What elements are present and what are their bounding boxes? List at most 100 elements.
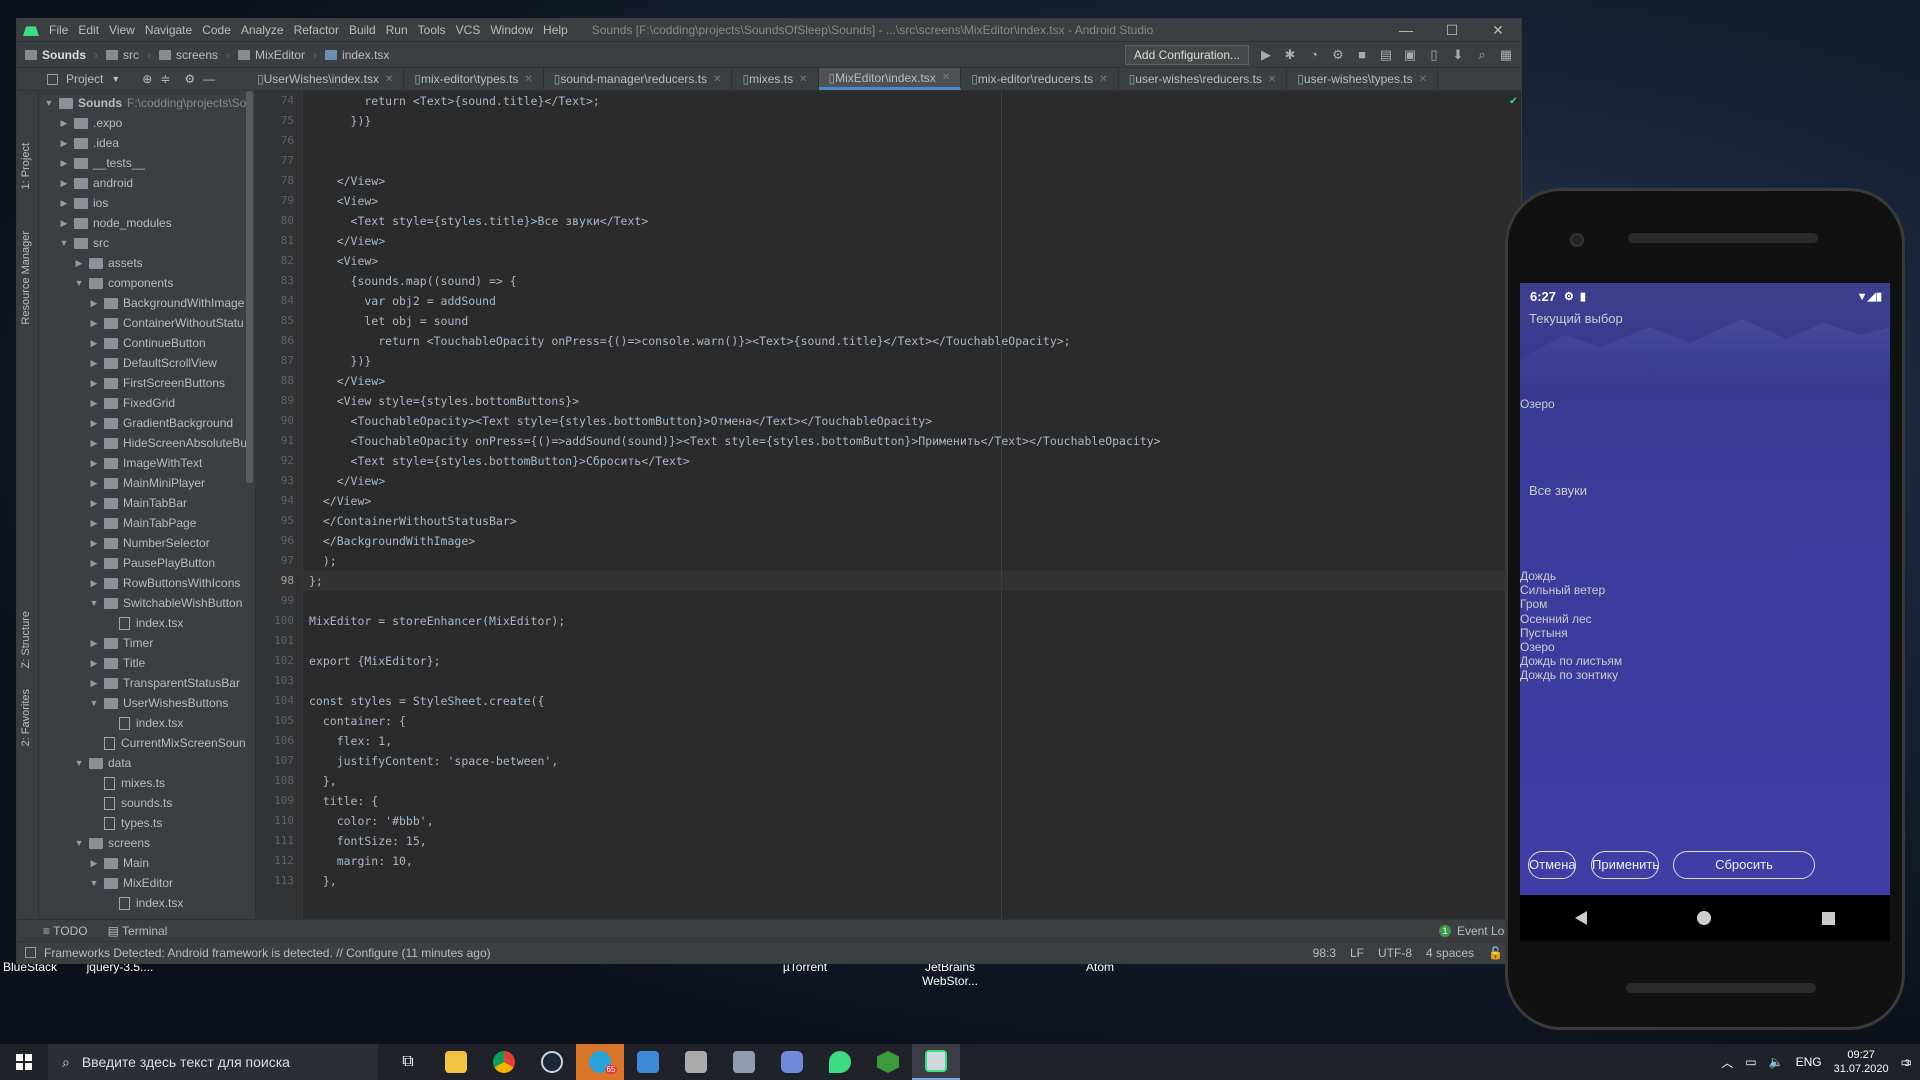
chevron-right-icon[interactable]: ▶ [88,378,100,389]
code-line[interactable]: <View> [303,251,1521,271]
event-log-tab[interactable]: 1 Event Log [1438,924,1511,938]
code-line[interactable]: const styles = StyleSheet.create({ [303,691,1521,711]
notifications-icon[interactable]: ▭ 3 [1901,1055,1912,1069]
profile-icon[interactable]: ◔ [1307,47,1321,62]
tree-folder[interactable]: ▶ RowButtonsWithIcons [39,573,255,593]
tree-file[interactable]: CurrentMixScreenSoun [39,733,255,753]
code-line[interactable]: <TouchableOpacity onPress={()=>addSound(… [303,431,1521,451]
chevron-down-icon[interactable]: ▼ [58,238,70,248]
code-line[interactable]: container: { [303,711,1521,731]
start-button[interactable] [0,1044,48,1080]
device-icon[interactable]: ▯ [1427,47,1441,62]
breadcrumb-src[interactable]: src [106,48,139,62]
tree-folder[interactable]: ▼ Sounds F:\codding\projects\Sou [39,93,255,113]
tool-tab-project[interactable]: 1: Project [20,143,32,189]
project-structure-icon[interactable]: ▤ [1379,47,1393,62]
code-line[interactable]: <Text style={styles.title}>Все звуки</Te… [303,211,1521,231]
task-view-icon[interactable]: ⧉ [384,1044,432,1080]
code-line[interactable]: fontSize: 15, [303,831,1521,851]
sound-list-item[interactable]: Осенний лес [1520,612,1622,626]
editor-tab[interactable]: ▯ mix-editor\reducers.ts ✕ [961,68,1119,90]
code-line[interactable] [303,591,1521,611]
tree-folder[interactable]: ▶ MainMiniPlayer [39,473,255,493]
chevron-right-icon[interactable]: ▶ [58,198,70,209]
code-line[interactable]: }, [303,771,1521,791]
tree-folder[interactable]: ▶ TransparentStatusBar [39,673,255,693]
steam-icon[interactable] [528,1044,576,1080]
tree-folder[interactable]: ▶ HideScreenAbsoluteBu [39,433,255,453]
app-window-icon[interactable] [624,1044,672,1080]
map-pin-icon[interactable] [816,1044,864,1080]
editor-tab[interactable]: ▯ sound-manager\reducers.ts ✕ [544,68,733,90]
tree-folder[interactable]: ▶ ContinueButton [39,333,255,353]
telegram-icon[interactable]: 65 [576,1044,624,1080]
taskbar-search[interactable]: ⌕ Введите здесь текст для поиска [48,1044,378,1080]
code-line[interactable]: </ContainerWithoutStatusBar> [303,511,1521,531]
status-message[interactable]: Frameworks Detected: Android framework i… [44,946,1313,960]
close-tab-icon[interactable]: ✕ [799,74,807,85]
tree-folder[interactable]: ▼ UserWishesButtons [39,693,255,713]
tree-file[interactable]: index.tsx [39,613,255,633]
code-line[interactable]: return <TouchableOpacity onPress={()=>co… [303,331,1521,351]
menu-file[interactable]: File [49,23,68,37]
tree-folder[interactable]: ▶ Main [39,853,255,873]
code-line[interactable] [303,131,1521,151]
tree-folder[interactable]: ▶ android [39,173,255,193]
tool-tab-favorites[interactable]: 2: Favorites [20,689,32,746]
chevron-right-icon[interactable]: ▶ [88,658,100,669]
tree-folder[interactable]: ▶ MainTabBar [39,493,255,513]
chevron-right-icon[interactable]: ▶ [58,138,70,149]
language-indicator[interactable]: ENG [1796,1055,1822,1069]
chevron-right-icon[interactable]: ▶ [58,158,70,169]
chevron-right-icon[interactable]: ▶ [58,118,70,129]
back-icon[interactable] [1575,911,1588,925]
nodejs-icon[interactable] [864,1044,912,1080]
close-tab-icon[interactable]: ✕ [713,74,721,85]
chevron-down-icon[interactable]: ▼ [111,74,120,84]
chevron-right-icon[interactable]: ▶ [58,178,70,189]
tree-folder[interactable]: ▶ __tests__ [39,153,255,173]
hide-icon[interactable]: — [203,72,215,86]
terminal-tab[interactable]: ▤ Terminal [108,924,168,938]
tree-folder[interactable]: ▶ MainTabPage [39,513,255,533]
code-line[interactable]: title: { [303,791,1521,811]
code-line[interactable]: <Text style={styles.bottomButton}>Сброси… [303,451,1521,471]
chevron-down-icon[interactable]: ▼ [88,878,100,888]
add-configuration-button[interactable]: Add Configuration... [1124,44,1249,65]
editor-tab[interactable]: ▯ mixes.ts ✕ [732,68,819,90]
file-encoding[interactable]: UTF-8 [1378,946,1412,960]
clock[interactable]: 09:27 31.07.2020 [1834,1048,1889,1076]
sound-list-item[interactable]: Гром [1520,597,1622,611]
run-icon[interactable]: ▶ [1259,47,1273,62]
tree-folder[interactable]: ▶ DefaultScrollView [39,353,255,373]
cancel-button[interactable]: Отмена [1528,851,1576,879]
editor-tab[interactable]: ▯ UserWishes\index.tsx ✕ [247,68,405,90]
tree-file[interactable]: mixes.ts [39,773,255,793]
code-line[interactable]: var obj2 = addSound [303,291,1521,311]
tree-file[interactable]: index.tsx [39,713,255,733]
breadcrumb-screens[interactable]: screens [159,48,218,62]
tree-folder[interactable]: ▶ PausePlayButton [39,553,255,573]
tree-folder[interactable]: ▶ Title [39,653,255,673]
sound-list-item[interactable]: Озеро [1520,640,1622,654]
chevron-up-icon[interactable]: ︿ [1721,1054,1733,1071]
tree-folder[interactable]: ▶ FixedGrid [39,393,255,413]
chevron-down-icon[interactable]: ▼ [73,838,85,848]
code-line[interactable]: <View> [303,191,1521,211]
todo-tab[interactable]: ≡ TODO [43,924,88,938]
breadcrumb-mixeditor[interactable]: MixEditor [238,48,305,62]
code-line[interactable]: return <Text>{sound.title}</Text>; [303,91,1521,111]
chevron-right-icon[interactable]: ▶ [88,398,100,409]
tree-file[interactable]: sounds.ts [39,793,255,813]
volume-icon[interactable]: 🔈 [1769,1055,1784,1069]
menu-analyze[interactable]: Analyze [241,23,284,37]
settings-icon[interactable]: ▦ [1499,47,1513,62]
editor-tab[interactable]: ▯ user-wishes\types.ts ✕ [1287,68,1438,90]
discord-icon[interactable] [768,1044,816,1080]
code-line[interactable]: })} [303,111,1521,131]
tree-file[interactable]: types.ts [39,813,255,833]
line-separator[interactable]: LF [1350,946,1364,960]
sound-list-item[interactable]: Дождь по листьям [1520,654,1622,668]
chevron-down-icon[interactable]: ▼ [88,598,100,608]
locate-icon[interactable]: ⊕ [142,72,152,86]
